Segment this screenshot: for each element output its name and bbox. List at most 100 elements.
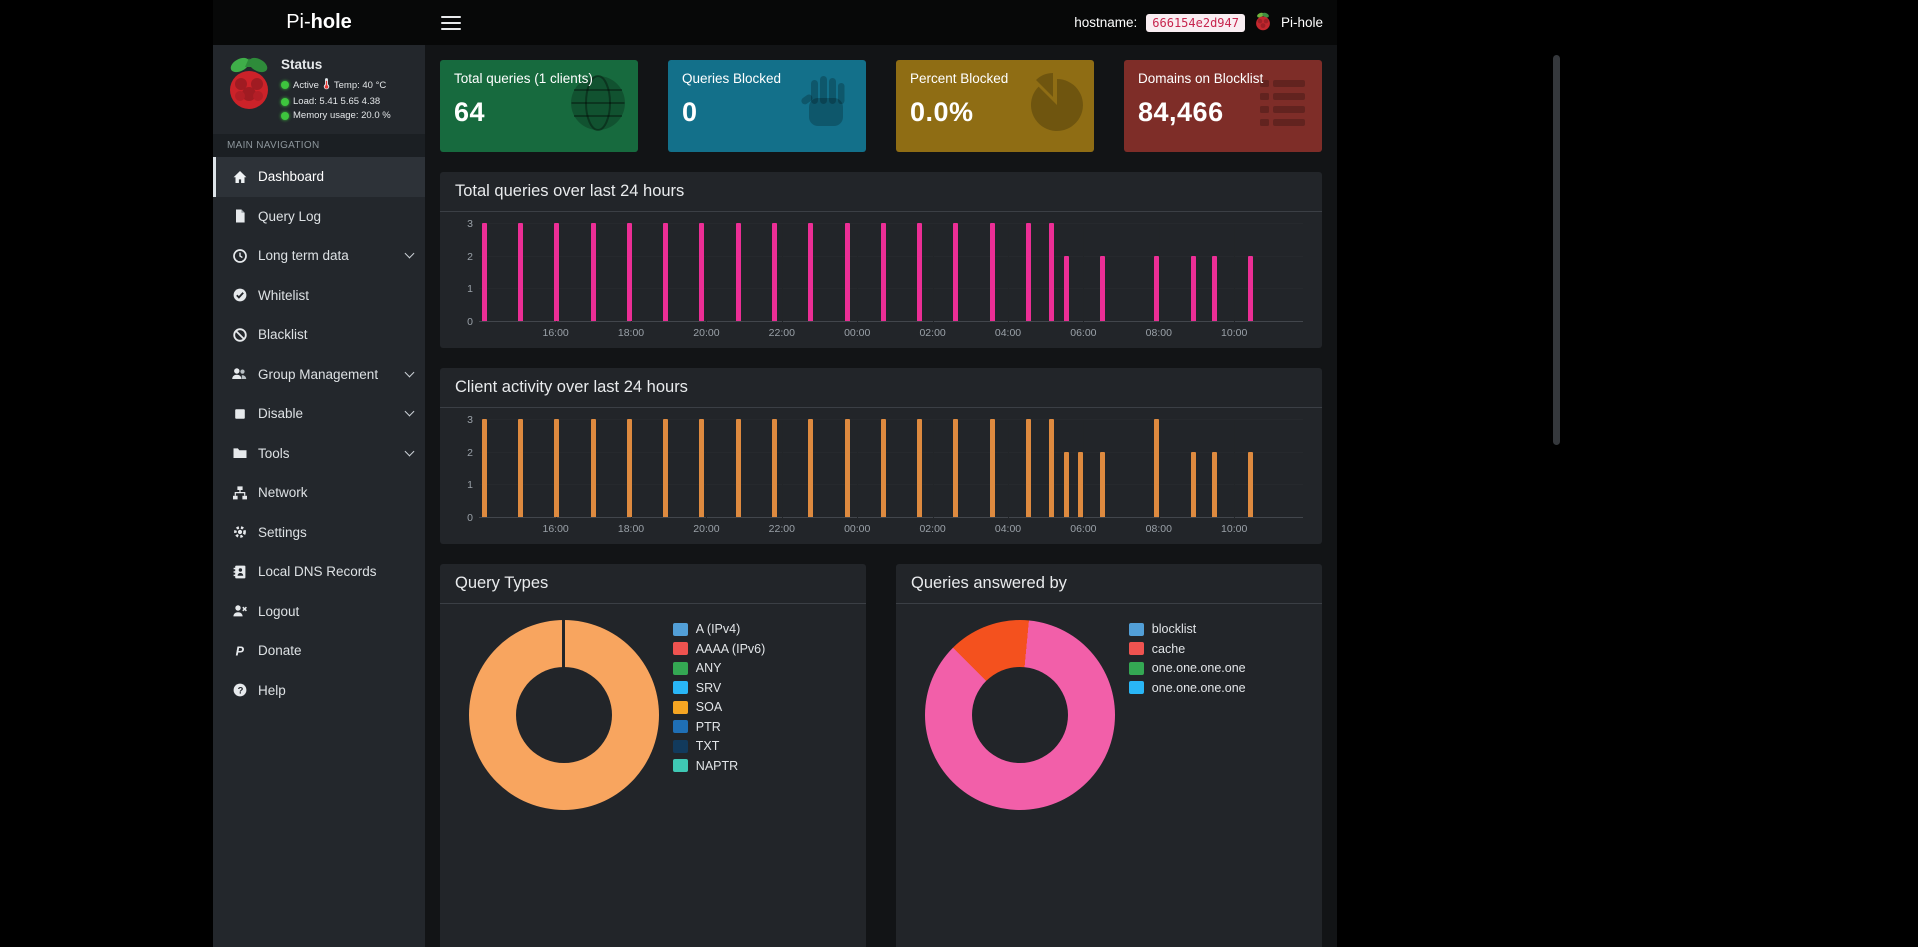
legend-item[interactable]: NAPTR [673, 759, 851, 773]
status-text: Status Active Temp: 40 °C Load: 5.41 5.6… [281, 54, 391, 124]
chart-plot-area: 0123 [479, 224, 1303, 322]
sidebar: Status Active Temp: 40 °C Load: 5.41 5.6… [213, 45, 425, 947]
svg-text:?: ? [237, 686, 243, 697]
chart-x-axis: 16:0018:0020:0022:0000:0002:0004:0006:00… [479, 322, 1303, 340]
panel-header: Client activity over last 24 hours [440, 368, 1322, 408]
legend-label: ANY [696, 661, 722, 675]
legend-item[interactable]: AAAA (IPv6) [673, 642, 851, 656]
logo-text-bold: hole [311, 11, 352, 34]
sidebar-menu: Dashboard Query Log Long term data White… [213, 157, 425, 710]
thermometer-icon [323, 77, 330, 93]
legend-item[interactable]: SOA [673, 700, 851, 714]
legend-item[interactable]: SRV [673, 681, 851, 695]
donut-wrap [455, 618, 673, 810]
sidebar-item-donate[interactable]: P Donate [213, 631, 425, 671]
legend-swatch [673, 720, 688, 733]
panel-title: Client activity over last 24 hours [455, 378, 1307, 397]
card-percent-blocked: Percent Blocked 0.0% [896, 60, 1094, 152]
legend-label: AAAA (IPv6) [696, 642, 765, 656]
sidebar-item-help[interactable]: ? Help [213, 671, 425, 711]
legend-item[interactable]: A (IPv4) [673, 622, 851, 636]
hostname-label: hostname: [1074, 15, 1137, 30]
sidebar-item-label: Disable [258, 406, 396, 421]
legend-label: blocklist [1152, 622, 1196, 636]
card-domains-on-blocklist: Domains on Blocklist 84,466 [1124, 60, 1322, 152]
donut-wrap [911, 618, 1129, 810]
sidebar-item-local-dns-records[interactable]: Local DNS Records [213, 552, 425, 592]
sidebar-item-settings[interactable]: Settings [213, 513, 425, 553]
status-active-line: Active Temp: 40 °C [281, 77, 391, 93]
legend-label: TXT [696, 739, 720, 753]
top-navbar: hostname: 666154e2d947 Pi-hole [425, 0, 1337, 45]
sidebar-item-long-term-data[interactable]: Long term data [213, 236, 425, 276]
bottom-panels-row: Query Types A (IPv4) AAAA (IPv6) ANY SRV… [440, 564, 1322, 947]
status-load-label: Load: 5.41 5.65 4.38 [293, 96, 380, 107]
panel-body: blocklist cache one.one.one.one one.one.… [896, 604, 1322, 824]
legend-item[interactable]: TXT [673, 739, 851, 753]
address-book-icon [231, 564, 248, 580]
legend-swatch [1129, 681, 1144, 694]
screen: Pi-hole hostname: 666154e2d947 Pi-hole [0, 0, 1918, 947]
sidebar-item-network[interactable]: Network [213, 473, 425, 513]
logout-icon [231, 603, 248, 619]
card-total-queries: Total queries (1 clients) 64 [440, 60, 638, 152]
sidebar-item-disable[interactable]: Disable [213, 394, 425, 434]
card-label: Total queries (1 clients) [454, 71, 624, 86]
query-types-donut-chart [469, 620, 659, 810]
status-active-label: Active [293, 80, 319, 91]
card-value: 0 [682, 97, 852, 128]
legend-label: SOA [696, 700, 722, 714]
sidebar-item-label: Tools [258, 446, 396, 461]
main-content: Total queries (1 clients) 64 Queries Blo… [425, 45, 1337, 947]
panel-title: Total queries over last 24 hours [455, 182, 1307, 201]
users-icon [231, 366, 248, 382]
panel-header: Query Types [440, 564, 866, 604]
card-label: Domains on Blocklist [1138, 71, 1308, 86]
home-icon [231, 169, 248, 185]
sidebar-item-label: Blacklist [258, 327, 413, 342]
legend-swatch [673, 681, 688, 694]
app-logo[interactable]: Pi-hole [213, 0, 425, 45]
legend-label: PTR [696, 720, 721, 734]
svg-text:P: P [235, 644, 244, 658]
queries-answered-by-donut-chart [925, 620, 1115, 810]
card-value: 64 [454, 97, 624, 128]
sidebar-item-tools[interactable]: Tools [213, 434, 425, 474]
legend-item[interactable]: one.one.one.one [1129, 681, 1307, 695]
sidebar-item-label: Donate [258, 643, 413, 658]
legend-item[interactable]: cache [1129, 642, 1307, 656]
legend-swatch [673, 701, 688, 714]
sidebar-item-group-management[interactable]: Group Management [213, 355, 425, 395]
status-temp-label: Temp: 40 °C [334, 80, 386, 91]
sidebar-item-label: Whitelist [258, 288, 413, 303]
legend-item[interactable]: one.one.one.one [1129, 661, 1307, 675]
chevron-down-icon [405, 446, 415, 456]
sidebar-item-dashboard[interactable]: Dashboard [213, 157, 425, 197]
legend-item[interactable]: blocklist [1129, 622, 1307, 636]
sidebar-item-query-log[interactable]: Query Log [213, 197, 425, 237]
logo-text-light: Pi- [286, 11, 310, 34]
legend-item[interactable]: ANY [673, 661, 851, 675]
legend-swatch [673, 662, 688, 675]
panel-title: Query Types [455, 574, 851, 593]
gears-icon [231, 524, 248, 540]
status-ok-dot-icon [281, 112, 289, 120]
sidebar-section-label: MAIN NAVIGATION [213, 134, 425, 157]
panel-body: 0123 16:0018:0020:0022:0000:0002:0004:00… [440, 212, 1322, 348]
legend-swatch [1129, 662, 1144, 675]
main-header: Pi-hole hostname: 666154e2d947 Pi-hole [213, 0, 1337, 45]
card-label: Queries Blocked [682, 71, 852, 86]
sidebar-item-whitelist[interactable]: Whitelist [213, 276, 425, 316]
queries-answered-by-legend: blocklist cache one.one.one.one one.one.… [1129, 618, 1307, 810]
sidebar-item-logout[interactable]: Logout [213, 592, 425, 632]
raspberry-icon [1254, 11, 1272, 35]
clock-icon [231, 248, 248, 264]
sidebar-item-blacklist[interactable]: Blacklist [213, 315, 425, 355]
file-icon [231, 208, 248, 224]
sidebar-toggle-button[interactable] [441, 16, 461, 30]
card-value: 84,466 [1138, 97, 1308, 128]
stop-icon [231, 406, 248, 422]
legend-item[interactable]: PTR [673, 720, 851, 734]
scrollbar-thumb[interactable] [1553, 55, 1560, 445]
check-circle-icon [231, 287, 248, 303]
